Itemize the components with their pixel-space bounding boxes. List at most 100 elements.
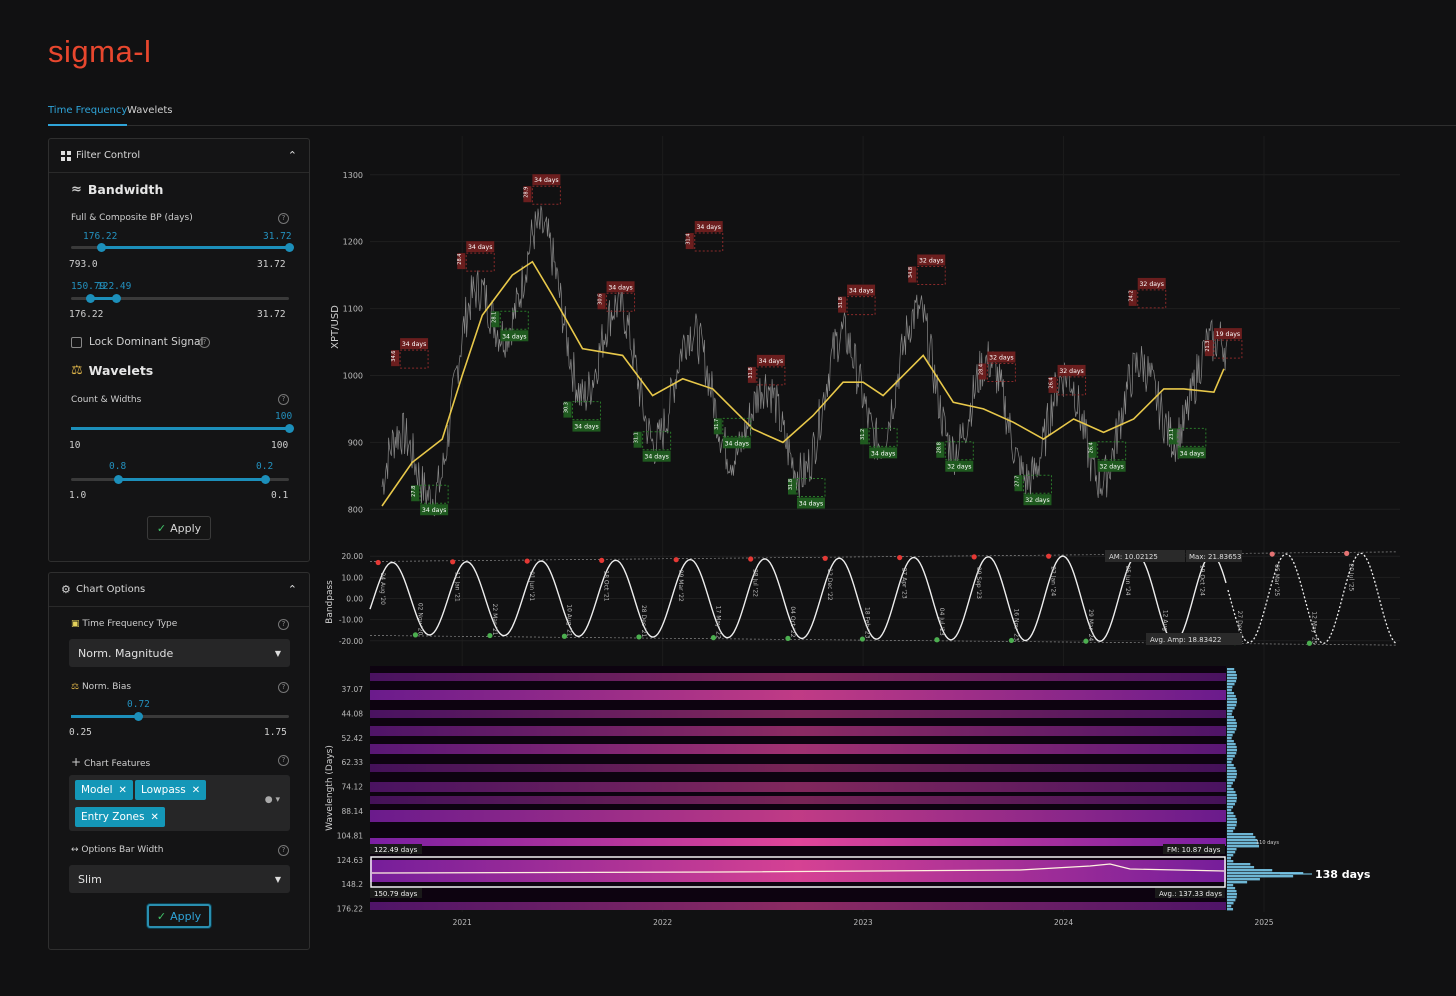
clear-caret-icon[interactable]: ● ▾ bbox=[265, 795, 280, 805]
help-icon[interactable]: ? bbox=[278, 619, 289, 630]
apply-options-button[interactable]: ✓ Apply bbox=[147, 904, 211, 928]
band-high-label: 122.49 days bbox=[374, 846, 418, 854]
spectrum-bar bbox=[1227, 710, 1233, 713]
spectrum-bar bbox=[1227, 896, 1237, 899]
lock-dominant-checkbox[interactable] bbox=[71, 337, 82, 348]
bandpass-ytick: 20.00 bbox=[342, 552, 364, 561]
spectrum-bar bbox=[1227, 893, 1237, 896]
chart-features-select[interactable]: Model ✕ Lowpass ✕ Entry Zones ✕ ● ▾ bbox=[69, 775, 290, 831]
width-slider[interactable] bbox=[71, 475, 289, 484]
bp2-high-handle[interactable] bbox=[112, 294, 122, 303]
peak-label: 32 days bbox=[1140, 281, 1164, 288]
gear-icon: ⚙ bbox=[61, 582, 71, 596]
dominant-cycle-label: 138 days bbox=[1315, 868, 1371, 881]
bp1-slider[interactable] bbox=[71, 243, 294, 252]
bar-width-select[interactable]: Slim ▼ bbox=[69, 865, 290, 893]
trough-sub-label: 26.4 bbox=[1089, 442, 1095, 453]
apply-filter-button[interactable]: ✓ Apply bbox=[147, 516, 211, 540]
spectrum-bar bbox=[1227, 746, 1237, 749]
close-icon[interactable]: ✕ bbox=[192, 785, 200, 796]
bandpass-peak-date: 09 Sep '23 bbox=[975, 567, 982, 599]
width-high-value: 0.2 bbox=[256, 461, 274, 472]
trough-label: 32 days bbox=[1099, 464, 1123, 471]
heatmap-ytick: 88.14 bbox=[342, 807, 364, 816]
filter-control-header[interactable]: Filter Control ⌃ bbox=[49, 139, 309, 173]
trough-sub-label: 31.2 bbox=[860, 429, 866, 440]
bandpass-trough-date: 12 May '25 bbox=[1310, 611, 1317, 644]
heatmap-xtick: 2025 bbox=[1254, 918, 1273, 927]
caret-down-icon: ▼ bbox=[274, 874, 281, 884]
heatmap-ytick: 176.22 bbox=[337, 905, 363, 914]
heatmap-chart[interactable]: Wavelength (Days) 37.07 44.08 52.42 62.33 74… bbox=[325, 666, 1371, 927]
width-low-handle[interactable] bbox=[114, 475, 124, 484]
width-min: 1.0 bbox=[69, 490, 87, 501]
bandpass-chart[interactable]: 20.00 10.00 0.00 -10.00 -20.00 Bandpass 24 A… bbox=[325, 550, 1400, 646]
spectrum-bar bbox=[1227, 797, 1237, 800]
bandpass-peak-date: 12 Dec '22 bbox=[826, 568, 833, 601]
help-icon[interactable]: ? bbox=[278, 394, 289, 405]
spectrum-bar bbox=[1227, 809, 1232, 812]
chevron-up-icon[interactable]: ⌃ bbox=[288, 149, 297, 162]
tab-time-frequency[interactable]: Time Frequency bbox=[48, 100, 128, 126]
trough-sub-label: 23.1 bbox=[1169, 429, 1175, 440]
trough-label: 34 days bbox=[422, 507, 446, 514]
help-icon[interactable]: ? bbox=[199, 337, 210, 348]
max-label: Max: 21.83653 bbox=[1186, 550, 1242, 562]
spectrum-bar bbox=[1227, 806, 1234, 809]
norm-bias-handle[interactable] bbox=[134, 712, 144, 721]
peak-label: 32 days bbox=[919, 258, 943, 265]
peak-sub-label: 31.8 bbox=[838, 297, 844, 308]
heatmap-ytick: 37.07 bbox=[342, 685, 364, 694]
help-icon[interactable]: ? bbox=[278, 213, 289, 224]
bandwidth-label: Full & Composite BP (days) bbox=[71, 213, 193, 223]
chart-options-header[interactable]: ⚙ Chart Options ⌃ bbox=[49, 573, 309, 607]
peak-sub-label: 28.4 bbox=[978, 364, 984, 375]
norm-bias-min: 0.25 bbox=[69, 727, 92, 738]
help-icon[interactable]: ? bbox=[278, 845, 289, 856]
peak-sub-label: 28.9 bbox=[523, 187, 529, 198]
small-peak-label: 110 days bbox=[1256, 840, 1279, 846]
peak-sub-label: 30.6 bbox=[598, 294, 604, 305]
bp1-low-handle[interactable] bbox=[97, 243, 107, 252]
help-icon[interactable]: ? bbox=[278, 755, 289, 766]
bandpass-peak-dot bbox=[450, 559, 456, 565]
close-icon[interactable]: ✕ bbox=[119, 785, 127, 796]
bandpass-peak-dot bbox=[599, 557, 605, 563]
bandpass-peak-date: 22 Jan '24 bbox=[1050, 566, 1057, 596]
trough-sub-label: 28.8 bbox=[936, 442, 942, 453]
spectrum-bar bbox=[1227, 878, 1260, 881]
bandpass-ytick: -20.00 bbox=[339, 637, 363, 646]
spectrum-bar bbox=[1227, 728, 1237, 731]
chart-area[interactable]: 800 900 1000 1100 1200 1300 XPT/USD 34 days 34… bbox=[320, 132, 1420, 932]
bp2-low-handle[interactable] bbox=[86, 294, 96, 303]
spectrum-bar bbox=[1227, 743, 1236, 746]
heatmap-band bbox=[370, 744, 1226, 754]
close-icon[interactable]: ✕ bbox=[150, 812, 158, 823]
grid-icon bbox=[61, 150, 71, 161]
count-max: 100 bbox=[271, 440, 289, 451]
norm-bias-max: 1.75 bbox=[264, 727, 287, 738]
peak-sub-label: 24.2 bbox=[1129, 290, 1135, 301]
heatmap-xtick: 2023 bbox=[854, 918, 873, 927]
help-icon[interactable]: ? bbox=[278, 682, 289, 693]
chip-entry-zones: Entry Zones ✕ bbox=[75, 807, 165, 827]
spectrum-bar bbox=[1227, 707, 1235, 710]
spectrum-bar bbox=[1227, 770, 1237, 773]
heatmap-xtick: 2022 bbox=[653, 918, 672, 927]
spectrum-bar bbox=[1227, 761, 1232, 764]
bp1-high-handle[interactable] bbox=[284, 243, 294, 252]
spectrum-bar bbox=[1227, 845, 1259, 848]
tf-type-select[interactable]: Norm. Magnitude ▼ bbox=[69, 639, 290, 667]
bp2-slider[interactable] bbox=[71, 294, 289, 303]
balance-icon: ⚖ bbox=[71, 682, 80, 692]
bandpass-peak-date: 05 Mar '25 bbox=[1273, 564, 1280, 596]
spectrum-bar bbox=[1227, 755, 1235, 758]
bandpass-peak-dot bbox=[748, 556, 754, 562]
bandpass-trough-date: 04 Jul '23 bbox=[938, 608, 945, 636]
count-slider[interactable] bbox=[71, 424, 294, 433]
norm-bias-slider[interactable] bbox=[71, 712, 289, 721]
width-high-handle[interactable] bbox=[260, 475, 270, 484]
tab-wavelets[interactable]: Wavelets bbox=[127, 100, 173, 124]
count-handle[interactable] bbox=[284, 424, 294, 433]
chevron-up-icon[interactable]: ⌃ bbox=[288, 583, 297, 596]
